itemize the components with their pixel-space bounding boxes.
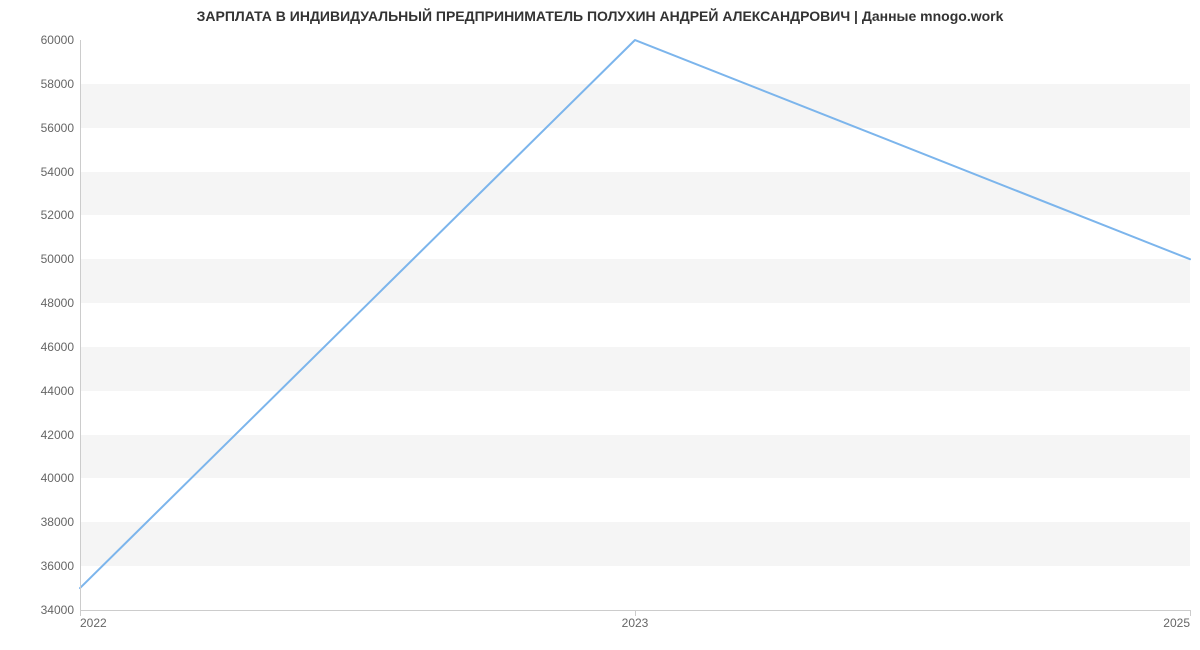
- y-tick-label: 50000: [14, 252, 74, 266]
- data-line: [80, 40, 1190, 588]
- y-tick-label: 44000: [14, 384, 74, 398]
- x-tick-label: 2023: [622, 616, 649, 630]
- y-tick-label: 60000: [14, 33, 74, 47]
- y-tick-label: 52000: [14, 208, 74, 222]
- y-axis-line: [80, 40, 81, 610]
- y-tick-label: 40000: [14, 471, 74, 485]
- y-tick-label: 56000: [14, 121, 74, 135]
- x-tick-label: 2025: [1163, 616, 1190, 630]
- x-tick-label: 2022: [80, 616, 107, 630]
- y-tick-label: 48000: [14, 296, 74, 310]
- chart-title: ЗАРПЛАТА В ИНДИВИДУАЛЬНЫЙ ПРЕДПРИНИМАТЕЛ…: [0, 8, 1200, 24]
- y-tick-label: 58000: [14, 77, 74, 91]
- y-tick-label: 34000: [14, 603, 74, 617]
- line-series-svg: [80, 40, 1190, 610]
- y-tick-label: 42000: [14, 428, 74, 442]
- chart-container: ЗАРПЛАТА В ИНДИВИДУАЛЬНЫЙ ПРЕДПРИНИМАТЕЛ…: [0, 0, 1200, 650]
- plot-area: [80, 40, 1190, 610]
- y-tick-label: 38000: [14, 515, 74, 529]
- y-tick-label: 46000: [14, 340, 74, 354]
- y-tick-label: 36000: [14, 559, 74, 573]
- y-tick-label: 54000: [14, 165, 74, 179]
